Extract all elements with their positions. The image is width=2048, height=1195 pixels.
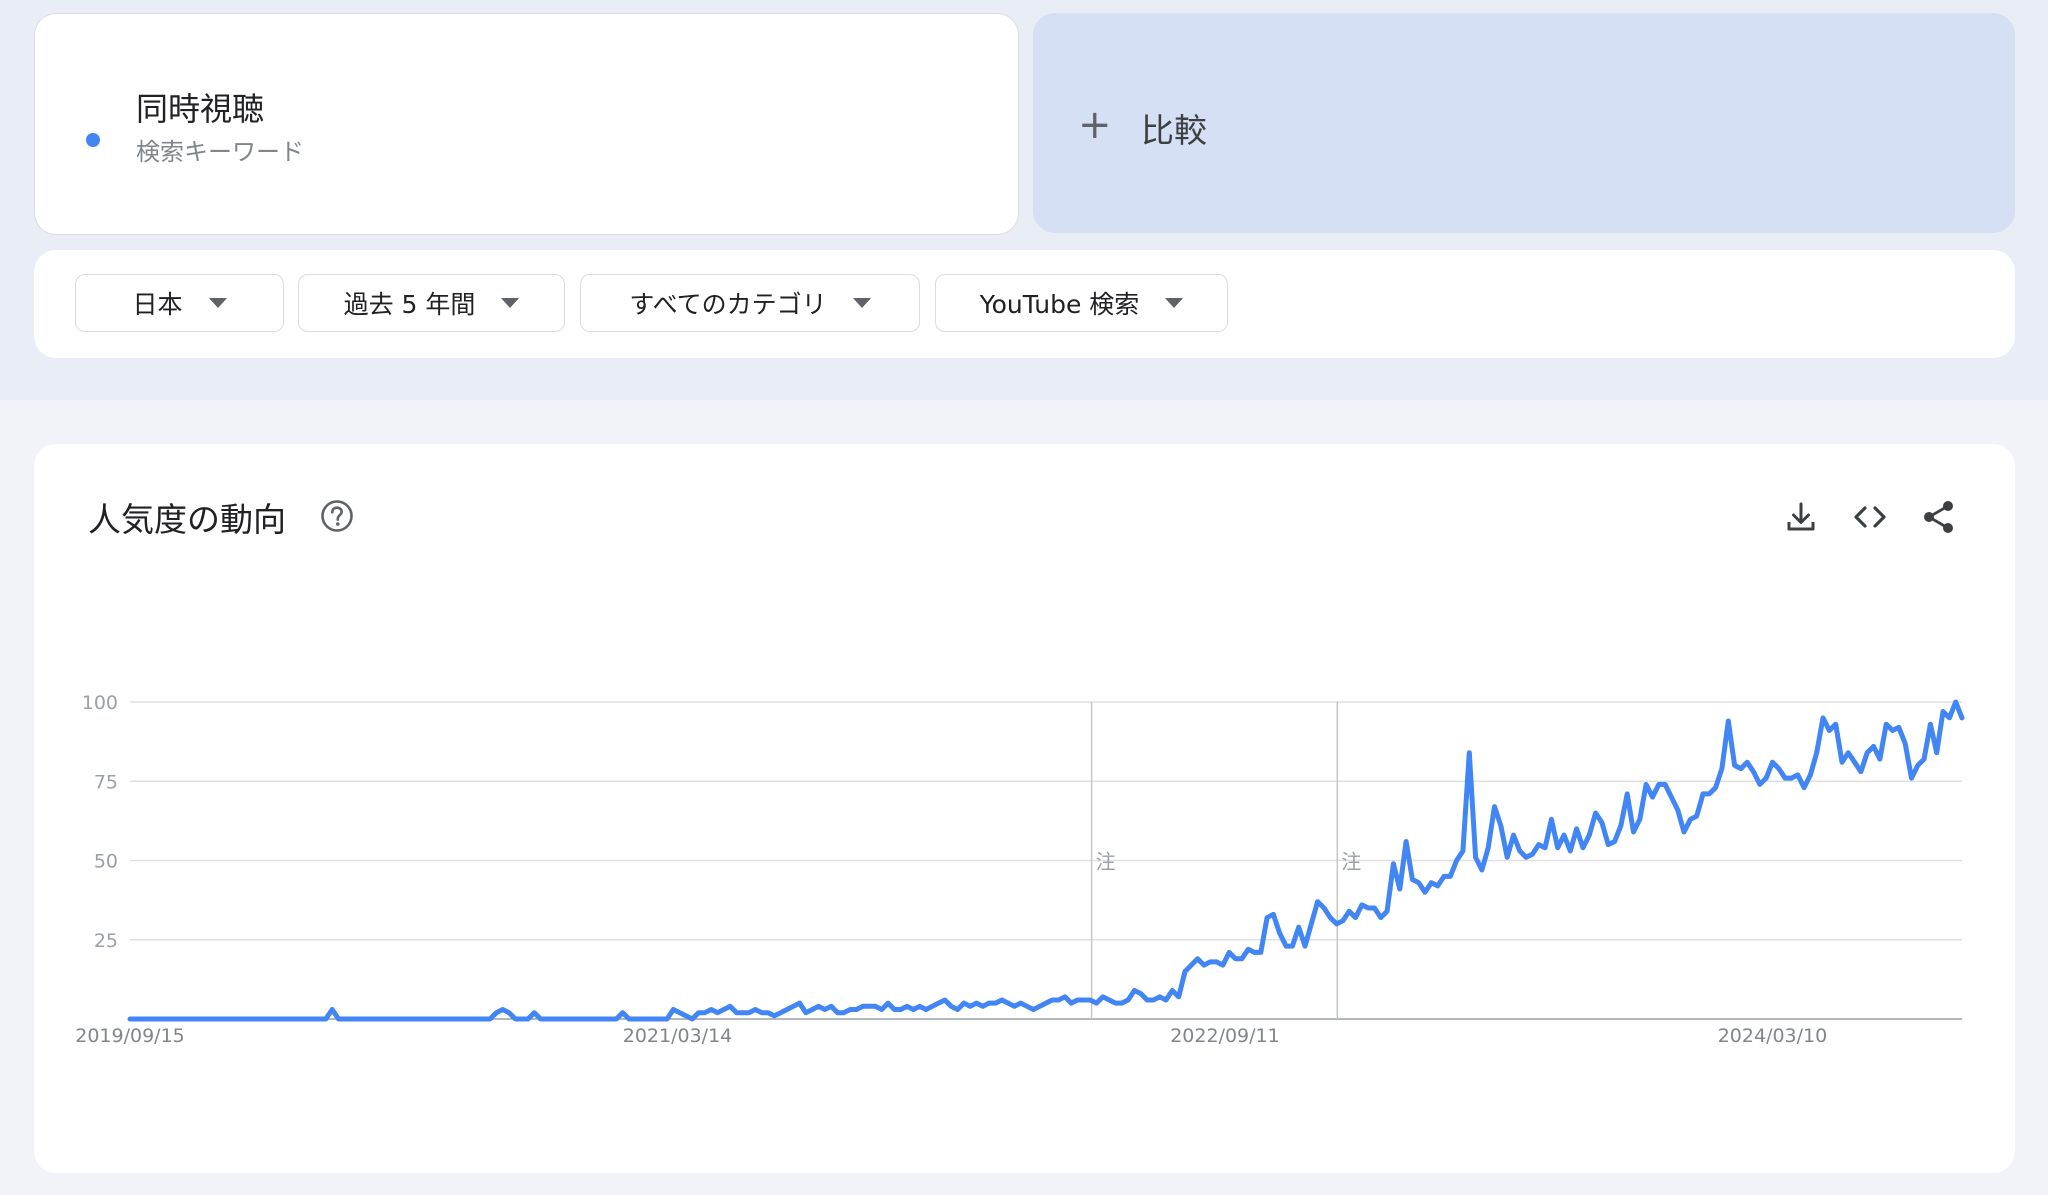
x-tick-label: 2022/09/11: [1170, 1025, 1280, 1047]
x-tick-label: 2021/03/14: [623, 1025, 733, 1047]
line-chart: 25 50 75 100 2019/09/15 2021/03/14 2022/09/11 2…: [75, 692, 1965, 1047]
annotation-label: 注: [1341, 850, 1361, 874]
y-tick-label: 75: [94, 771, 118, 793]
y-tick-label: 50: [94, 851, 118, 873]
x-tick-label: 2019/09/15: [75, 1025, 185, 1047]
annotation-label: 注: [1096, 850, 1116, 874]
y-tick-label: 25: [94, 930, 118, 952]
x-tick-label: 2024/03/10: [1718, 1025, 1828, 1047]
y-tick-label: 100: [82, 692, 118, 714]
